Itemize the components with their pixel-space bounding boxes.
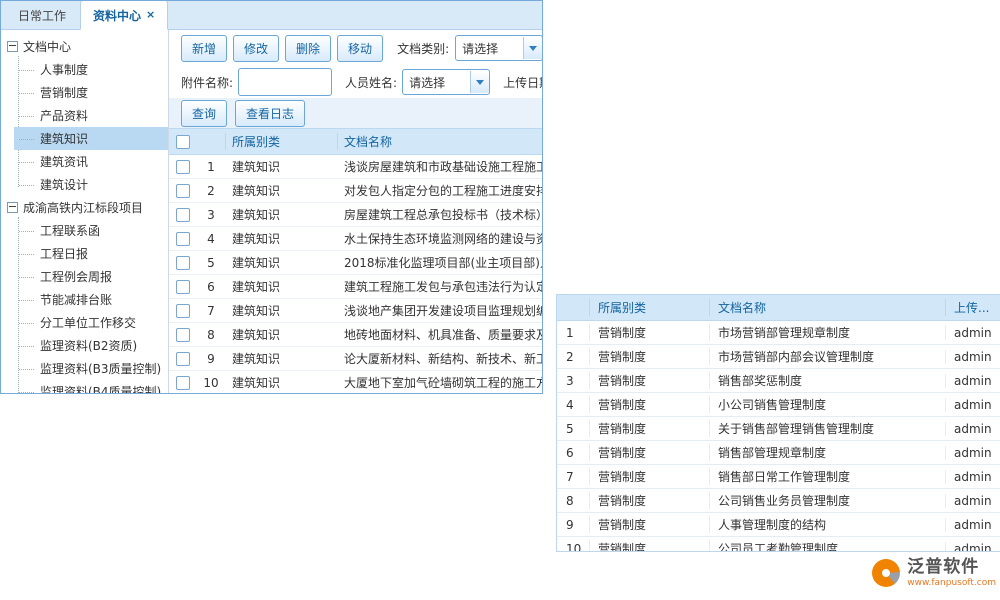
table-row[interactable]: 9营销制度人事管理制度的结构admin (557, 513, 1000, 537)
upload-date-label: 上传日期: (503, 74, 542, 91)
attachment-input[interactable] (238, 68, 332, 96)
table-row[interactable]: 5营销制度关于销售部管理销售管理制度admin (557, 417, 1000, 441)
table-row[interactable]: 2建筑知识对发包人指定分包的工程施工进度安排... (169, 179, 542, 203)
tab-bar: 日常工作 资料中心 × (1, 1, 542, 30)
table-row[interactable]: 10营销制度公司员工考勤管理制度admin (557, 537, 1000, 552)
left-table-body: 1建筑知识浅谈房屋建筑和市政基础设施工程施工...2建筑知识对发包人指定分包的工… (169, 155, 542, 393)
sidebar-item[interactable]: 工程日报 (14, 242, 168, 265)
move-button[interactable]: 移动 (337, 35, 383, 62)
modify-button[interactable]: 修改 (233, 35, 279, 62)
table-row[interactable]: 7建筑知识浅谈地产集团开发建设项目监理规划编... (169, 299, 542, 323)
sidebar-item[interactable]: 营销制度 (14, 81, 168, 104)
content-area: 新增修改删除移动 文档类别: 请选择 文档名称: 附件名称: 人员姓名: 请选择… (169, 30, 542, 393)
sidebar-item[interactable]: 工程例会周报 (14, 265, 168, 288)
add-button[interactable]: 新增 (181, 35, 227, 62)
filter-row-2: 附件名称: 人员姓名: 请选择 上传日期: (169, 66, 542, 98)
table-row[interactable]: 8营销制度公司销售业务员管理制度admin (557, 489, 1000, 513)
tree-node-label: 成渝高铁内江标段项目 (23, 199, 143, 216)
collapse-icon[interactable] (7, 41, 18, 52)
column-header-category: 所属别类 (589, 299, 709, 316)
table-row[interactable]: 6建筑知识建筑工程施工发包与承包违法行为认定... (169, 275, 542, 299)
table-row[interactable]: 9建筑知识论大厦新材料、新结构、新技术、新工... (169, 347, 542, 371)
table-row[interactable]: 8建筑知识地砖地面材料、机具准备、质量要求及... (169, 323, 542, 347)
table-row[interactable]: 2营销制度市场营销部内部会议管理制度admin (557, 345, 1000, 369)
sidebar-item[interactable]: 建筑设计 (14, 173, 168, 196)
tree-node[interactable]: 成渝高铁内江标段项目 (5, 196, 168, 219)
sidebar-item[interactable]: 分工单位工作移交 (14, 311, 168, 334)
sidebar-item[interactable]: 产品资料 (14, 104, 168, 127)
tab-data-center[interactable]: 资料中心 × (80, 0, 168, 30)
column-header-category: 所属别类 (225, 133, 337, 150)
table-row[interactable]: 10建筑知识大厦地下室加气砼墙砌筑工程的施工方... (169, 371, 542, 393)
brand-logo: 泛普软件 www.fanpusoft.com (872, 558, 996, 588)
table-row[interactable]: 1营销制度市场营销部管理规章制度admin (557, 321, 1000, 345)
table-row[interactable]: 4建筑知识水土保持生态环境监测网络的建设与资... (169, 227, 542, 251)
sidebar-item[interactable]: 监理资料(B3质量控制) (14, 357, 168, 380)
table-row[interactable]: 7营销制度销售部日常工作管理制度admin (557, 465, 1000, 489)
toolbar-buttons: 新增修改删除移动 (181, 35, 383, 62)
person-select[interactable]: 请选择 (402, 69, 490, 95)
row-checkbox[interactable] (176, 232, 190, 246)
tree-node-label: 文档中心 (23, 38, 71, 55)
table-row[interactable]: 4营销制度小公司销售管理制度admin (557, 393, 1000, 417)
sidebar-item[interactable]: 建筑资讯 (14, 150, 168, 173)
tree-node[interactable]: 文档中心 (5, 35, 168, 58)
sidebar-item[interactable]: 监理资料(B4质量控制) (14, 380, 168, 393)
row-checkbox[interactable] (176, 352, 190, 366)
row-checkbox[interactable] (176, 304, 190, 318)
logo-text: 泛普软件 www.fanpusoft.com (907, 558, 996, 588)
query-button[interactable]: 查询 (181, 100, 227, 127)
collapse-icon[interactable] (7, 202, 18, 213)
close-icon[interactable]: × (146, 8, 155, 21)
select-all-checkbox[interactable] (176, 135, 190, 149)
table-row[interactable]: 6营销制度销售部管理规章制度admin (557, 441, 1000, 465)
row-checkbox[interactable] (176, 208, 190, 222)
sidebar-item[interactable]: 工程联系函 (14, 219, 168, 242)
brand-url: www.fanpusoft.com (907, 578, 996, 588)
sidebar-item[interactable]: 节能减排台账 (14, 288, 168, 311)
fanpu-logo-icon (872, 559, 900, 587)
select-value: 请选择 (409, 74, 445, 91)
sidebar-item[interactable]: 监理资料(B2资质) (14, 334, 168, 357)
chevron-down-icon (523, 37, 542, 59)
select-value: 请选择 (462, 40, 498, 57)
right-table-header: 所属别类 文档名称 上传... (557, 295, 1000, 321)
attachment-label: 附件名称: (181, 74, 233, 91)
column-header-uploader: 上传... (945, 299, 1000, 316)
row-checkbox[interactable] (176, 376, 190, 390)
row-checkbox[interactable] (176, 160, 190, 174)
table-row[interactable]: 3建筑知识房屋建筑工程总承包投标书（技术标）... (169, 203, 542, 227)
chevron-down-icon (470, 71, 489, 93)
filter-row-3: 查询 查看日志 (169, 98, 542, 128)
view-log-button[interactable]: 查看日志 (235, 100, 305, 127)
column-header-docname: 文档名称 (337, 133, 542, 150)
table-row[interactable]: 3营销制度销售部奖惩制度admin (557, 369, 1000, 393)
row-checkbox[interactable] (176, 256, 190, 270)
table-row[interactable]: 1建筑知识浅谈房屋建筑和市政基础设施工程施工... (169, 155, 542, 179)
doc-category-select[interactable]: 请选择 (455, 35, 542, 61)
left-table-header: 所属别类 文档名称 (169, 128, 542, 155)
sidebar-tree: 文档中心人事制度营销制度产品资料建筑知识建筑资讯建筑设计成渝高铁内江标段项目工程… (1, 30, 169, 393)
tab-daily-work[interactable]: 日常工作 (6, 1, 78, 29)
filter-row-1: 新增修改删除移动 文档类别: 请选择 文档名称: (169, 30, 542, 66)
brand-name: 泛普软件 (907, 558, 996, 578)
tab-label: 资料中心 (93, 9, 141, 23)
person-label: 人员姓名: (345, 74, 397, 91)
sidebar-item[interactable]: 人事制度 (14, 58, 168, 81)
delete-button[interactable]: 删除 (285, 35, 331, 62)
marketing-docs-table: 所属别类 文档名称 上传... 1营销制度市场营销部管理规章制度admin2营销… (556, 294, 1000, 552)
row-checkbox[interactable] (176, 328, 190, 342)
doc-category-label: 文档类别: (397, 40, 449, 57)
row-checkbox[interactable] (176, 184, 190, 198)
row-checkbox[interactable] (176, 280, 190, 294)
table-row[interactable]: 5建筑知识2018标准化监理项目部(业主项目部)人员... (169, 251, 542, 275)
document-center-window: 日常工作 资料中心 × 文档中心人事制度营销制度产品资料建筑知识建筑资讯建筑设计成… (0, 0, 543, 394)
sidebar-item[interactable]: 建筑知识 (14, 127, 168, 150)
column-header-docname: 文档名称 (709, 299, 945, 316)
right-table-body: 1营销制度市场营销部管理规章制度admin2营销制度市场营销部内部会议管理制度a… (557, 321, 1000, 552)
